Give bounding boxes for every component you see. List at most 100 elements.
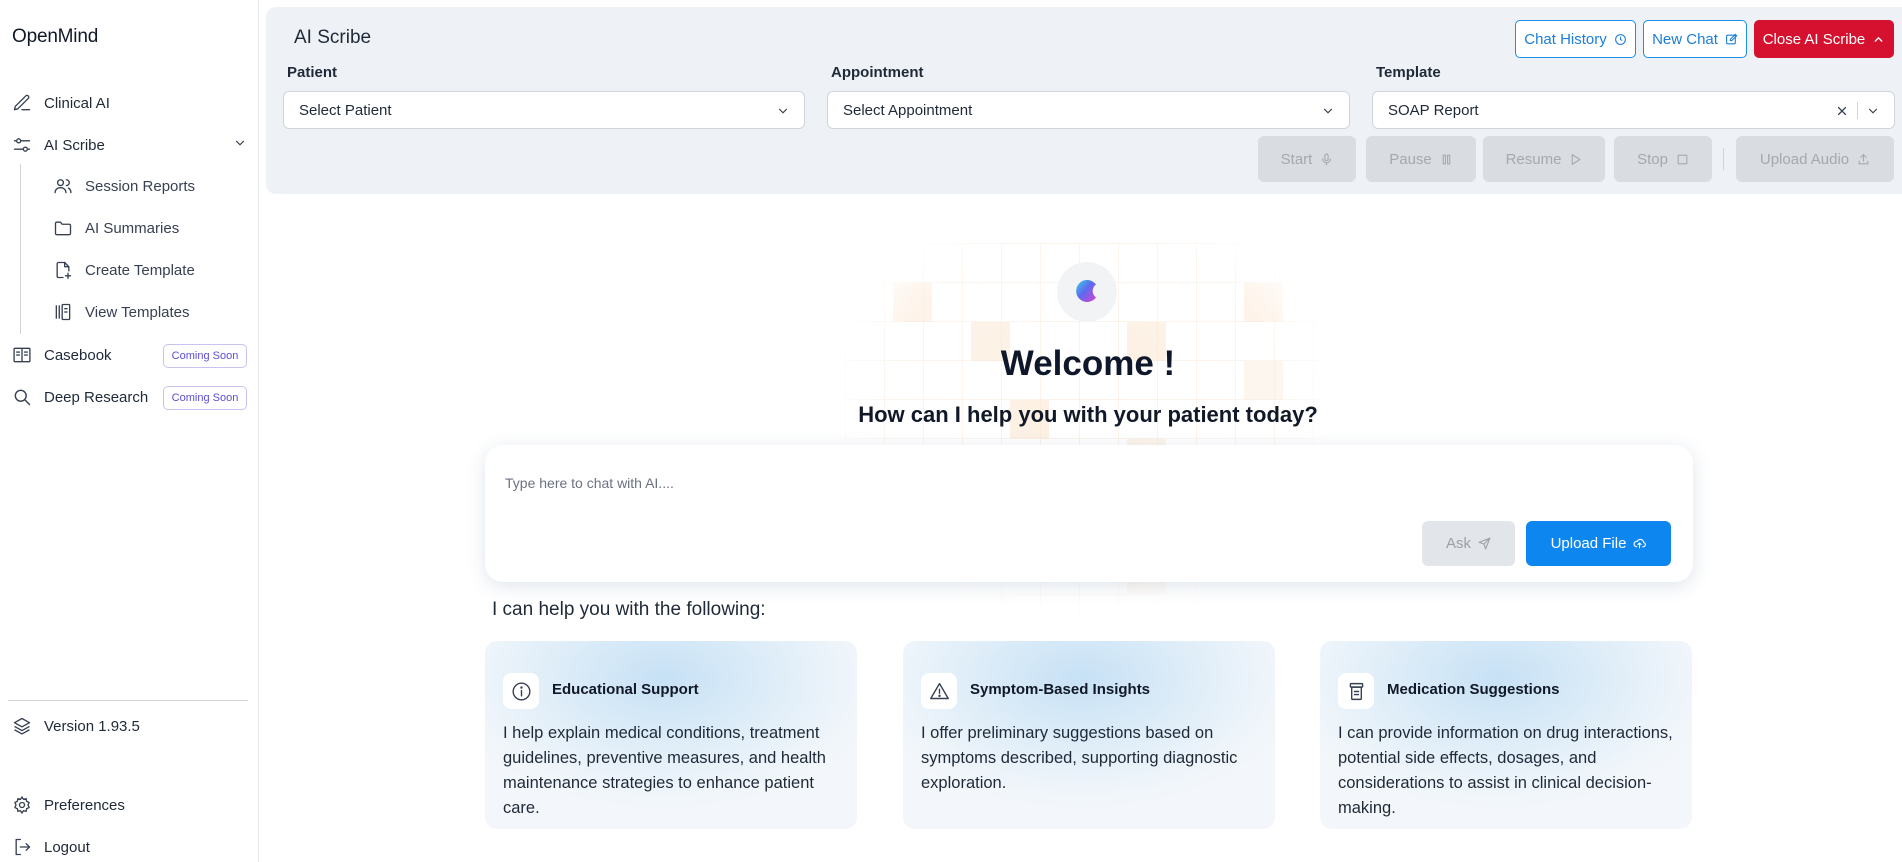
capability-card-symptoms[interactable]: Symptom-Based Insights I offer prelimina… [903, 641, 1275, 829]
chat-history-button[interactable]: Chat History [1515, 20, 1636, 58]
sliders-icon [12, 135, 32, 155]
new-chat-button[interactable]: New Chat [1643, 20, 1747, 58]
welcome-subheading: How can I help you with your patient tod… [858, 402, 1318, 427]
start-button[interactable]: Start [1258, 136, 1356, 182]
upload-file-button[interactable]: Upload File [1526, 521, 1671, 566]
warning-icon [921, 673, 957, 709]
sidebar-subitem-label: AI Summaries [85, 219, 180, 237]
logout-icon [12, 837, 32, 857]
sidebar-item-label: Clinical AI [44, 94, 110, 112]
library-icon [53, 302, 73, 322]
send-icon [1478, 537, 1491, 550]
pill-bottle-icon [1338, 673, 1374, 709]
logo-text: OpenMind [12, 26, 99, 47]
pause-label: Pause [1389, 150, 1432, 168]
resume-button[interactable]: Resume [1483, 136, 1605, 182]
info-icon [503, 673, 539, 709]
stop-icon [1677, 154, 1688, 164]
sidebar-item-casebook[interactable]: Casebook [12, 344, 112, 366]
upload-file-label: Upload File [1550, 535, 1627, 552]
stop-button[interactable]: Stop [1614, 136, 1712, 182]
close-ai-scribe-button[interactable]: Close AI Scribe [1754, 20, 1894, 58]
page-title: AI Scribe [294, 27, 372, 48]
microphone-icon [1322, 153, 1332, 165]
upload-audio-label: Upload Audio [1759, 150, 1850, 168]
gear-icon [12, 795, 32, 815]
upload-icon [1858, 153, 1869, 164]
chat-box: Ask Upload File [485, 445, 1693, 582]
submenu-line [20, 164, 21, 334]
chevron-down-icon [1323, 108, 1333, 114]
sidebar-subitem-label: Session Reports [85, 177, 196, 195]
sidebar-item-ai-summaries[interactable]: AI Summaries [53, 218, 179, 238]
clock-icon [1614, 33, 1626, 45]
card-description: I help explain medical conditions, treat… [503, 724, 826, 817]
ask-button[interactable]: Ask [1422, 521, 1515, 566]
sidebar-item-label: Deep Research [44, 388, 149, 406]
app-logo[interactable]: OpenMind [12, 26, 98, 48]
pause-button[interactable]: Pause [1366, 136, 1476, 182]
pen-icon [12, 93, 32, 113]
chat-input[interactable] [505, 475, 1205, 491]
folder-icon [53, 218, 73, 238]
welcome-heading: Welcome ! [1000, 344, 1176, 383]
sidebar-item-ai-scribe[interactable]: AI Scribe [12, 134, 105, 156]
clear-icon[interactable] [1836, 105, 1848, 117]
chevron-down-icon [1868, 108, 1878, 114]
appointment-select[interactable]: Select Appointment [827, 91, 1350, 129]
template-select-value: SOAP Report [1388, 101, 1479, 119]
ask-label: Ask [1445, 535, 1471, 552]
resume-label: Resume [1505, 150, 1562, 168]
play-icon [1572, 153, 1581, 165]
stop-label: Stop [1637, 150, 1668, 168]
edit-icon [1726, 33, 1738, 44]
cloud-upload-icon [1634, 538, 1647, 549]
capability-card-educational[interactable]: Educational Support I help explain medic… [485, 641, 857, 829]
controls-separator [1723, 148, 1724, 170]
sidebar-divider [8, 700, 248, 701]
card-title: Educational Support [552, 681, 699, 698]
sidebar-item-clinical-ai[interactable]: Clinical AI [12, 92, 110, 114]
pause-icon [1442, 154, 1451, 164]
sidebar-item-session-reports[interactable]: Session Reports [53, 176, 195, 196]
sidebar-subitem-label: Create Template [85, 261, 195, 279]
layers-icon [12, 716, 32, 736]
capabilities-heading: I can help you with the following: [492, 599, 766, 620]
file-plus-icon [53, 260, 73, 280]
chevron-down-icon [778, 108, 788, 114]
book-icon [12, 345, 32, 365]
search-icon [12, 387, 32, 407]
capability-card-medication[interactable]: Medication Suggestions I can provide inf… [1320, 641, 1692, 829]
patient-label: Patient [287, 64, 338, 81]
patient-select[interactable]: Select Patient [283, 91, 805, 129]
chat-history-label: Chat History [1524, 30, 1607, 48]
card-title: Symptom-Based Insights [970, 681, 1151, 698]
sidebar-subitem-label: View Templates [85, 303, 190, 321]
users-icon [53, 176, 73, 196]
card-description: I can provide information on drug intera… [1338, 724, 1673, 817]
coming-soon-badge: Coming Soon [163, 386, 247, 410]
preferences-label: Preferences [44, 796, 125, 814]
version-info: Version 1.93.5 [12, 715, 140, 737]
patient-select-value: Select Patient [299, 101, 392, 119]
sidebar-item-deep-research[interactable]: Deep Research [12, 386, 148, 408]
ai-scribe-panel: AI Scribe Chat History New Chat Close AI… [266, 7, 1902, 194]
sidebar-item-view-templates[interactable]: View Templates [53, 302, 190, 322]
appointment-label: Appointment [831, 64, 924, 81]
assistant-orb-icon [1076, 280, 1096, 302]
new-chat-label: New Chat [1652, 30, 1718, 48]
sidebar-item-label: AI Scribe [44, 136, 105, 154]
template-select[interactable]: SOAP Report [1372, 91, 1895, 129]
sidebar-item-preferences[interactable]: Preferences [12, 794, 125, 816]
close-ai-scribe-label: Close AI Scribe [1762, 30, 1866, 48]
start-label: Start [1280, 150, 1313, 168]
chevron-down-icon[interactable] [233, 136, 247, 150]
sidebar-item-logout[interactable]: Logout [12, 836, 90, 858]
upload-audio-button[interactable]: Upload Audio [1736, 136, 1894, 182]
sidebar-item-create-template[interactable]: Create Template [53, 260, 195, 280]
coming-soon-badge: Coming Soon [163, 344, 247, 368]
card-title: Medication Suggestions [1387, 681, 1560, 698]
sidebar: OpenMind Clinical AI AI Scribe Session R… [0, 0, 259, 862]
card-description: I offer preliminary suggestions based on… [921, 724, 1238, 792]
sidebar-item-label: Casebook [44, 346, 112, 364]
